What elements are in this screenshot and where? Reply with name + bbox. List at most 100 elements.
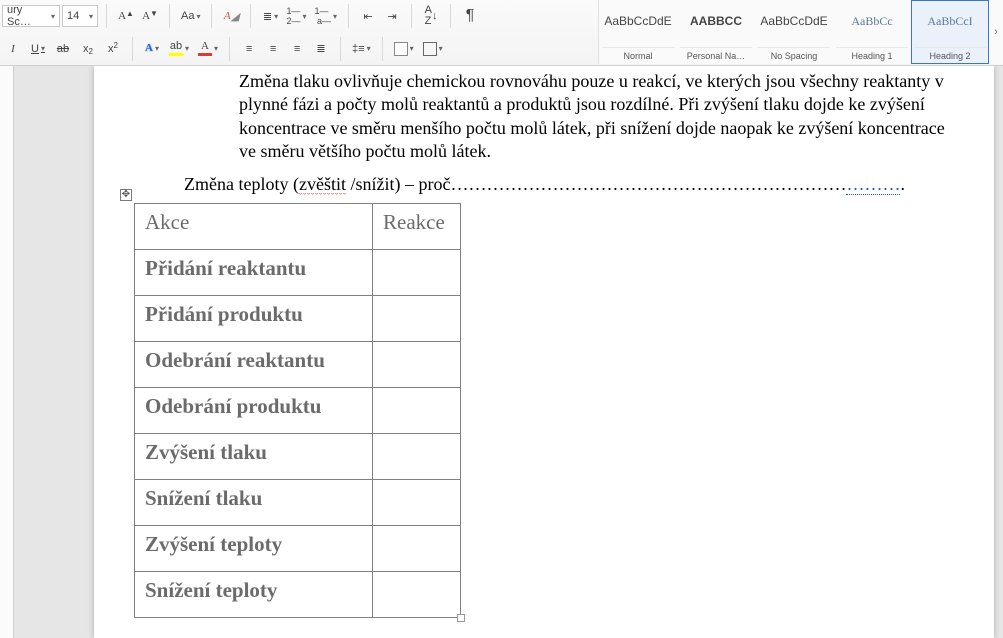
font-name-value: ury Sc… [7,4,49,28]
chevron-down-icon: ▾ [367,44,371,53]
multilevel-list-button[interactable]: 1— a— ▾ [312,4,341,28]
superscript-button[interactable]: x2 [102,37,124,61]
separator [211,4,212,28]
table-row[interactable]: Snížení teploty [135,571,461,617]
table-cell[interactable] [373,525,461,571]
chevron-down-icon: ▾ [303,12,307,21]
table-cell[interactable] [373,387,461,433]
styles-scroll-button[interactable]: › [989,0,1003,64]
table-row[interactable]: Zvýšení teploty [135,525,461,571]
style-name: No Spacing [758,47,830,61]
chevron-down-icon: ▾ [196,12,200,21]
paragraph[interactable]: Změna teploty (zvěštit /snížit) – proč……… [184,174,954,195]
table-cell[interactable] [373,249,461,295]
dot-leader: ………………………………………………………… [450,174,846,194]
align-left-button[interactable]: ≡ [238,37,260,61]
bullet-list-button[interactable]: ≣ ▾ [259,4,281,28]
table-resize-handle[interactable] [457,614,465,622]
strikethrough-button[interactable]: ab [52,37,74,61]
decrease-font-button[interactable]: A▼ [139,4,161,28]
table-header-cell[interactable]: Akce [135,203,373,249]
table-cell[interactable]: Odebrání produktu [135,387,373,433]
font-size-value: 14 [67,10,79,22]
style-heading-1[interactable]: AaBbCc Heading 1 [833,0,911,64]
chevron-down-icon: ▾ [89,12,93,21]
style-sample: AABBCC [680,5,752,37]
ribbon: ury Sc…▾ 14▾ A▲ A▼ Aa ▾ A◢ ≣ ▾ 1—2— ▾ 1—… [0,0,1003,66]
shading-button[interactable]: ▾ [391,37,417,61]
clear-formatting-button[interactable]: A◢ [220,4,242,28]
table-cell[interactable] [373,571,461,617]
table-row[interactable]: Odebrání reaktantu [135,341,461,387]
align-right-button[interactable]: ≡ [286,37,308,61]
styles-gallery: AaBbCcDdENormalAABBCCPersonal Na…AaBbCcD… [598,0,1003,64]
vertical-ruler [0,66,14,638]
table-cell[interactable]: Snížení tlaku [135,479,373,525]
paragraph[interactable]: Změna tlaku ovlivňuje chemickou rovnováh… [239,66,954,164]
number-list-button[interactable]: 1—2— ▾ [283,4,309,28]
table-row[interactable]: Zvýšení tlaku [135,433,461,479]
separator [169,4,170,28]
decrease-indent-button[interactable]: ⇤ [357,4,379,28]
table-row[interactable]: Přidání produktu [135,295,461,341]
table-cell[interactable]: Odebrání reaktantu [135,341,373,387]
table-row[interactable]: Snížení tlaku [135,479,461,525]
separator [340,37,341,61]
table-cell[interactable]: Přidání produktu [135,295,373,341]
document-table[interactable]: Akce Reakce Přidání reaktantuPřidání pro… [134,203,461,618]
style-name: Heading 2 [914,47,986,61]
increase-indent-button[interactable]: ⇥ [381,4,403,28]
style-normal[interactable]: AaBbCcDdENormal [599,0,677,64]
table-row: Akce Reakce [135,203,461,249]
style-personal-na-[interactable]: AABBCC Personal Na… [677,0,755,64]
style-heading-2[interactable]: AaBbCcI Heading 2 [911,0,989,64]
table-cell[interactable] [373,341,461,387]
highlight-color-button[interactable]: ab ▾ [166,37,192,61]
font-name-combo[interactable]: ury Sc…▾ [2,5,60,27]
separator [450,4,451,28]
text: Změna teploty ( [184,174,299,194]
page[interactable]: Změna tlaku ovlivňuje chemickou rovnováh… [94,66,994,638]
table-cell[interactable] [373,479,461,525]
italic-button[interactable]: I [2,37,24,61]
table-cell[interactable]: Zvýšení tlaku [135,433,373,479]
style-sample: AaBbCcDdE [602,5,674,37]
table-cell[interactable]: Přidání reaktantu [135,249,373,295]
table-row[interactable]: Odebrání produktu [135,387,461,433]
hyperlink-fragment[interactable]: ……… [846,174,900,195]
sort-button[interactable]: AZ↓ [420,4,442,28]
borders-button[interactable]: ▾ [420,37,446,61]
chevron-down-icon: ▾ [439,44,443,53]
table-row[interactable]: Přidání reaktantu [135,249,461,295]
style-name: Heading 1 [836,47,908,61]
table-header-cell[interactable]: Reakce [373,203,461,249]
table-move-handle[interactable]: ✥ [120,189,132,201]
chevron-down-icon: ▾ [51,12,55,21]
subscript-button[interactable]: x2 [77,37,99,61]
text-effects-button[interactable]: A ▾ [141,37,163,61]
chevron-down-icon: ▾ [214,44,218,53]
separator [382,37,383,61]
align-center-button[interactable]: ≡ [262,37,284,61]
increase-font-button[interactable]: A▲ [115,4,137,28]
underline-button[interactable]: U ▾ [27,37,49,61]
style-sample: AaBbCcI [914,5,986,37]
chevron-down-icon: ▾ [185,44,189,53]
table-cell[interactable]: Snížení teploty [135,571,373,617]
table-cell[interactable]: Zvýšení teploty [135,525,373,571]
show-paragraph-marks-button[interactable]: ¶ [459,4,481,28]
separator [132,37,133,61]
chevron-down-icon: ▾ [333,12,337,21]
spellcheck-error[interactable]: zvěštit [299,174,346,195]
style-sample: AaBbCc [836,5,908,37]
document-workspace: Změna tlaku ovlivňuje chemickou rovnováh… [0,66,1003,638]
change-case-button[interactable]: Aa ▾ [178,4,203,28]
justify-button[interactable]: ≣ [310,37,332,61]
line-spacing-button[interactable]: ‡≡ ▾ [349,37,374,61]
table-cell[interactable] [373,433,461,479]
style-name: Personal Na… [680,47,752,61]
style-no-spacing[interactable]: AaBbCcDdENo Spacing [755,0,833,64]
table-cell[interactable] [373,295,461,341]
font-color-button[interactable]: A ▾ [195,37,221,61]
font-size-combo[interactable]: 14 ▾ [62,5,98,27]
